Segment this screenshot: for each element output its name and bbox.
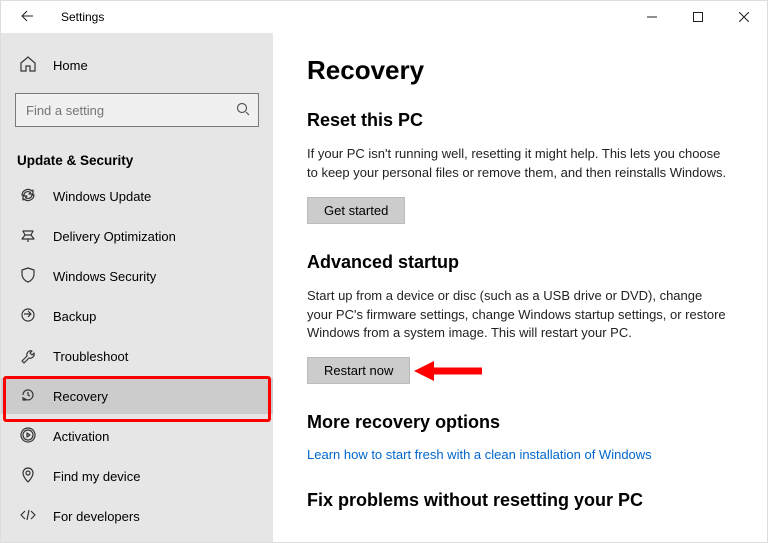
sidebar-item-label: Find my device: [53, 469, 140, 484]
sidebar-item-find[interactable]: Find my device: [1, 458, 273, 494]
section-advanced-title: Advanced startup: [307, 252, 733, 273]
sidebar-item-label: Backup: [53, 309, 96, 324]
sidebar-group-header: Update & Security: [1, 145, 273, 178]
page-title: Recovery: [307, 55, 733, 86]
annotation-arrow: [414, 357, 484, 385]
shield-icon: [19, 266, 37, 287]
backup-icon: [19, 306, 37, 327]
sidebar-item-recovery[interactable]: Recovery: [1, 378, 273, 414]
content-area: Recovery Reset this PC If your PC isn't …: [273, 33, 767, 542]
minimize-button[interactable]: [629, 1, 675, 33]
sidebar-item-label: Windows Update: [53, 189, 151, 204]
sidebar-item-developer[interactable]: For developers: [1, 498, 273, 534]
sidebar-item-label: Windows Security: [53, 269, 156, 284]
annotation-highlight: [3, 376, 271, 422]
maximize-button[interactable]: [675, 1, 721, 33]
restart-now-button[interactable]: Restart now: [307, 357, 410, 384]
troubleshoot-icon: [19, 346, 37, 367]
delivery-icon: [19, 226, 37, 247]
sidebar-item-troubleshoot[interactable]: Troubleshoot: [1, 338, 273, 374]
sidebar-item-label: Activation: [53, 429, 109, 444]
sidebar-item-label: Troubleshoot: [53, 349, 128, 364]
sidebar-item-shield[interactable]: Windows Security: [1, 258, 273, 294]
back-icon[interactable]: [19, 8, 35, 27]
section-fix-title: Fix problems without resetting your PC: [307, 490, 733, 511]
home-icon: [19, 55, 37, 76]
sidebar-home[interactable]: Home: [1, 47, 273, 83]
section-reset-desc: If your PC isn't running well, resetting…: [307, 145, 727, 183]
sidebar-item-sync[interactable]: Windows Update: [1, 178, 273, 214]
titlebar: Settings: [1, 1, 767, 33]
window-title: Settings: [61, 10, 104, 24]
section-more-title: More recovery options: [307, 412, 733, 433]
close-button[interactable]: [721, 1, 767, 33]
start-fresh-link[interactable]: Learn how to start fresh with a clean in…: [307, 447, 652, 462]
sidebar-home-label: Home: [53, 58, 88, 73]
sync-icon: [19, 186, 37, 207]
sidebar: Home Update & Security Windows Update Del…: [1, 33, 273, 542]
sidebar-item-backup[interactable]: Backup: [1, 298, 273, 334]
get-started-button[interactable]: Get started: [307, 197, 405, 224]
activation-icon: [19, 426, 37, 447]
developer-icon: [19, 506, 37, 527]
sidebar-item-label: Recovery: [53, 389, 108, 404]
sidebar-item-delivery[interactable]: Delivery Optimization: [1, 218, 273, 254]
find-icon: [19, 466, 37, 487]
sidebar-item-label: Delivery Optimization: [53, 229, 176, 244]
search-icon: [236, 102, 250, 119]
sidebar-item-activation[interactable]: Activation: [1, 418, 273, 454]
section-reset-title: Reset this PC: [307, 110, 733, 131]
search-input[interactable]: [24, 102, 236, 119]
content-fade: [273, 530, 767, 542]
sidebar-item-label: For developers: [53, 509, 140, 524]
search-box[interactable]: [15, 93, 259, 127]
section-advanced-desc: Start up from a device or disc (such as …: [307, 287, 727, 344]
recovery-icon: [19, 386, 37, 407]
